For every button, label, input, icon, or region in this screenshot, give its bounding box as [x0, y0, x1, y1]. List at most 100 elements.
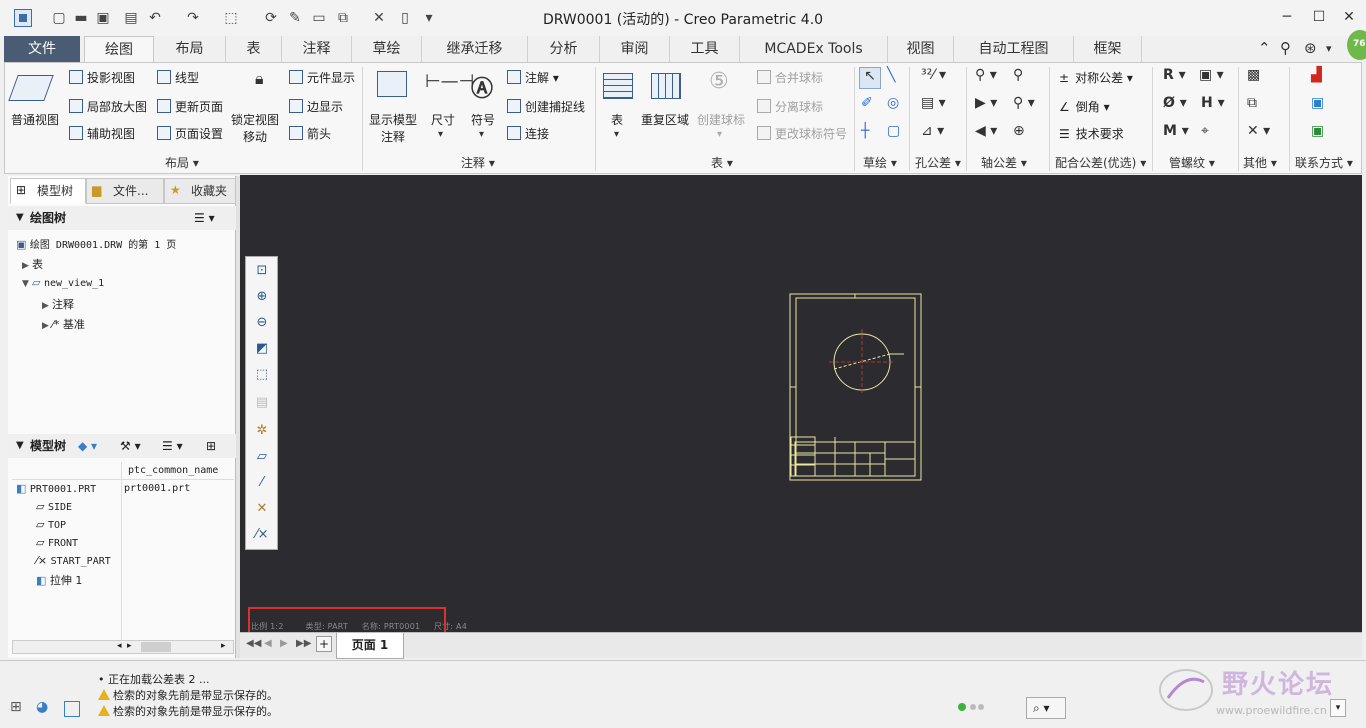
- circle-icon[interactable]: ◎: [887, 95, 899, 111]
- symbol-dropdown-icon[interactable]: ▾: [479, 129, 484, 140]
- shaft-tol-weld-icon[interactable]: ⚲ ▾: [975, 67, 997, 83]
- repeat-region-button[interactable]: 重复区域: [641, 111, 689, 128]
- group-table-label[interactable]: 表 ▾: [711, 154, 733, 171]
- column-divider[interactable]: [121, 462, 122, 644]
- new-file-icon[interactable]: ▢: [50, 9, 68, 27]
- scroll-right-icon[interactable]: ▸: [127, 641, 132, 651]
- user-badge[interactable]: 76: [1347, 30, 1366, 60]
- column-header-name[interactable]: ptc_common_name: [128, 465, 218, 476]
- collapse-ribbon-icon[interactable]: ⌃: [1258, 39, 1271, 57]
- symbol-button[interactable]: 符号: [471, 111, 495, 128]
- connect-button[interactable]: 连接: [507, 125, 549, 142]
- group-pipe-thread-label[interactable]: 管螺纹 ▾: [1169, 154, 1215, 171]
- regenerate-icon[interactable]: ⟳: [262, 9, 280, 27]
- shaft-tol-arrow-icon[interactable]: ▶ ▾: [975, 95, 997, 111]
- tab-layout[interactable]: 布局: [154, 36, 226, 62]
- group-shaft-tol-label[interactable]: 轴公差 ▾: [981, 154, 1027, 171]
- chamfer-button[interactable]: ∠ 倒角 ▾: [1059, 98, 1110, 115]
- scroll-left-icon[interactable]: ◂: [117, 641, 122, 651]
- window-switch-icon[interactable]: ⧉: [334, 9, 352, 27]
- browser-toggle-icon[interactable]: ◕: [36, 699, 48, 715]
- element-display-button[interactable]: 元件显示: [289, 69, 355, 86]
- collapse-icon[interactable]: ▼: [16, 206, 24, 230]
- close-button[interactable]: ✕: [1334, 6, 1364, 28]
- expand-icon[interactable]: ▶: [22, 261, 32, 271]
- doc-icon[interactable]: ▯: [396, 9, 414, 27]
- merge-balloons-button[interactable]: 合并球标: [757, 69, 823, 86]
- tab-sketch[interactable]: 草绘: [352, 36, 422, 62]
- minimize-button[interactable]: ─: [1272, 6, 1302, 28]
- model-row-part[interactable]: ◧ PRT0001.PRT: [16, 482, 96, 495]
- create-balloon-dropdown-icon[interactable]: ▾: [717, 129, 722, 140]
- tab-tools[interactable]: 工具: [670, 36, 740, 62]
- projection-view-button[interactable]: 投影视图: [69, 69, 135, 86]
- undo-icon[interactable]: ↶: [146, 9, 164, 27]
- plane-display-icon[interactable]: ▱: [254, 449, 270, 465]
- group-layout-label[interactable]: 布局 ▾: [165, 154, 199, 171]
- group-other-label[interactable]: 其他 ▾: [1243, 154, 1277, 171]
- group-annotate-label[interactable]: 注释 ▾: [461, 154, 495, 171]
- save-icon[interactable]: ▣: [94, 9, 112, 27]
- auxiliary-view-button[interactable]: 辅助视图: [69, 125, 135, 142]
- app-icon[interactable]: [14, 9, 32, 27]
- detach-balloons-button[interactable]: 分离球标: [757, 98, 823, 115]
- tech-req-button[interactable]: ☰ 技术要求: [1059, 125, 1124, 142]
- tree-item-datums[interactable]: ▶ ⁄* 基准: [42, 316, 85, 332]
- help-dropdown-icon[interactable]: ▾: [1326, 42, 1332, 55]
- create-snap-line-button[interactable]: 创建捕捉线: [507, 98, 585, 115]
- image-icon[interactable]: ▣: [1311, 95, 1324, 111]
- tree-item-root[interactable]: ▣ 绘图 DRW0001.DRW 的第 1 页: [16, 236, 176, 251]
- tab-review[interactable]: 审阅: [600, 36, 670, 62]
- model-row-side[interactable]: ▱ SIDE: [36, 500, 72, 513]
- datum-display-icon[interactable]: ✲: [254, 423, 270, 439]
- tree-settings-icon[interactable]: ☰ ▾: [194, 206, 215, 230]
- arrows-button[interactable]: 箭头: [289, 125, 331, 142]
- dimension-button[interactable]: 尺寸: [431, 111, 455, 128]
- full-screen-icon[interactable]: [64, 701, 80, 717]
- table-button[interactable]: 表: [611, 111, 623, 128]
- shaft-tol-target-icon[interactable]: ⊕: [1013, 123, 1025, 139]
- tree-item-annotations[interactable]: ▶ 注释: [42, 296, 74, 312]
- thread-r-icon[interactable]: R ▾: [1163, 67, 1186, 83]
- excel-icon[interactable]: ▣: [1311, 123, 1324, 139]
- model-tree-header[interactable]: ▼ 模型树 ◆ ▾ ⚒ ▾ ☰ ▾ ⊞: [8, 434, 236, 458]
- scroll-thumb[interactable]: [141, 642, 171, 652]
- drawing-tree-header[interactable]: ▼ 绘图树 ☰ ▾: [8, 206, 236, 230]
- next-sheet-icon[interactable]: ▶: [280, 638, 288, 649]
- customize-dropdown-icon[interactable]: ▾: [420, 9, 438, 27]
- open-folder-icon[interactable]: ▬: [72, 9, 90, 27]
- show-model-annotations-button[interactable]: 显示模型: [369, 111, 417, 128]
- group-hole-tol-label[interactable]: 孔公差 ▾: [915, 154, 961, 171]
- select-arrow-icon[interactable]: ↖: [859, 67, 881, 89]
- drawing-sheet[interactable]: [240, 175, 1362, 632]
- zoom-out-icon[interactable]: ⊖: [254, 315, 270, 331]
- rectangle-icon[interactable]: ▢: [887, 123, 900, 139]
- collapse-icon[interactable]: ▼: [22, 279, 32, 289]
- tab-legacy-migration[interactable]: 继承迁移: [422, 36, 528, 62]
- zoom-in-icon[interactable]: ⊕: [254, 289, 270, 305]
- tab-frame[interactable]: 框架: [1074, 36, 1142, 62]
- help-icon[interactable]: ⊛: [1304, 39, 1317, 57]
- cross-icon[interactable]: ✕ ▾: [1247, 123, 1270, 139]
- select-box-icon[interactable]: ⬚: [222, 9, 240, 27]
- tree-item-table[interactable]: ▶ 表: [22, 256, 43, 272]
- prev-sheet-icon[interactable]: ◀: [264, 638, 272, 649]
- axis-display-icon[interactable]: ⁄: [254, 475, 270, 491]
- hole-tol-fit-icon[interactable]: ³²⁄ ▾: [921, 67, 946, 83]
- model-row-front[interactable]: ▱ FRONT: [36, 536, 78, 549]
- thread-m-icon[interactable]: M ▾: [1163, 123, 1189, 139]
- model-row-top[interactable]: ▱ TOP: [36, 518, 66, 531]
- dimension-dropdown-icon[interactable]: ▾: [438, 129, 443, 140]
- tab-mcadex-tools[interactable]: MCADEx Tools: [740, 36, 888, 62]
- model-row-start-part[interactable]: ⁄× START_PART: [36, 554, 111, 567]
- tab-analysis[interactable]: 分析: [528, 36, 600, 62]
- collapse-icon[interactable]: ▼: [16, 434, 24, 458]
- normal-view-button[interactable]: 普通视图: [11, 111, 59, 128]
- hatch-icon[interactable]: ▩: [1247, 67, 1260, 83]
- graphics-area[interactable]: [240, 175, 1362, 632]
- shaft-tol-left-icon[interactable]: ◀ ▾: [975, 123, 997, 139]
- hole-tol-ref-icon[interactable]: ⊿ ▾: [921, 123, 944, 139]
- point-icon[interactable]: ┼: [861, 123, 869, 139]
- horizontal-scrollbar[interactable]: ◂ ▸ ▸: [12, 640, 234, 654]
- expand-icon[interactable]: ▶: [42, 321, 52, 331]
